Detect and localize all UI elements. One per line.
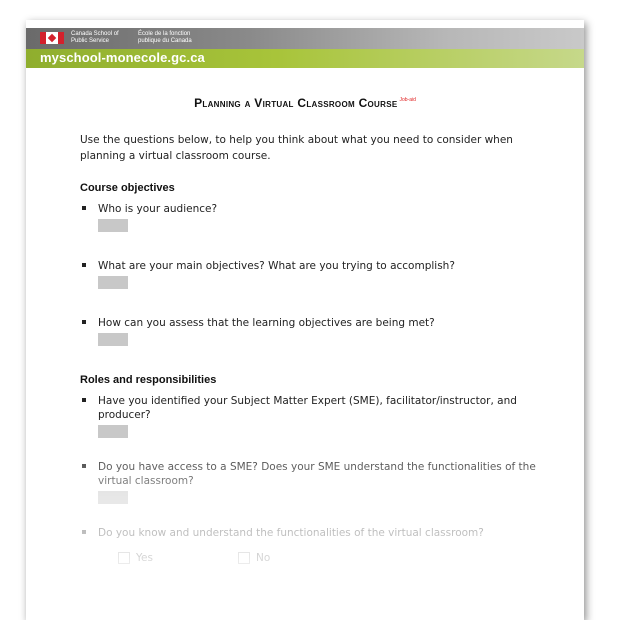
bullet-icon xyxy=(82,206,86,210)
intro-text: Use the questions below, to help you thi… xyxy=(80,134,513,162)
banner-top-strip: Canada School of Public Service École de… xyxy=(26,28,584,49)
question-text: Do you have access to a SME? Does your S… xyxy=(98,461,536,487)
section-roles-responsibilities: Roles and responsibilities Have you iden… xyxy=(80,374,540,568)
question-text: Who is your audience? xyxy=(98,203,218,215)
agency-name-fr: École de la fonction publique du Canada xyxy=(138,31,192,44)
header-banner: Canada School of Public Service École de… xyxy=(26,28,584,68)
section-heading: Roles and responsibilities xyxy=(80,374,217,386)
question-item: Do you know and understand the functiona… xyxy=(80,526,540,540)
question-item: Do you have access to a SME? Does your S… xyxy=(80,460,540,504)
question-item: Have you identified your Subject Matter … xyxy=(80,394,540,438)
answer-field[interactable] xyxy=(98,491,128,504)
question-item: Who is your audience? xyxy=(80,202,540,232)
answer-field[interactable] xyxy=(98,219,128,232)
section-course-objectives: Course objectives Who is your audience? … xyxy=(80,182,540,346)
site-url[interactable]: myschool-monecole.gc.ca xyxy=(40,50,205,65)
content: Use the questions below, to help you thi… xyxy=(80,132,540,568)
question-text: Have you identified your Subject Matter … xyxy=(98,395,517,421)
checkbox-icon[interactable] xyxy=(238,552,250,564)
checkbox-row: Yes No xyxy=(80,552,540,568)
bullet-icon xyxy=(82,263,86,267)
checkbox-icon[interactable] xyxy=(118,552,130,564)
canada-flag-icon xyxy=(40,32,64,44)
document-page: Canada School of Public Service École de… xyxy=(26,20,584,620)
bullet-icon xyxy=(82,464,86,468)
question-text: How can you assess that the learning obj… xyxy=(98,317,435,329)
answer-field[interactable] xyxy=(98,276,128,289)
checkbox-yes[interactable]: Yes xyxy=(118,552,153,564)
title-tag: Job-aid xyxy=(399,96,416,103)
answer-field[interactable] xyxy=(98,425,128,438)
question-text: Do you know and understand the functiona… xyxy=(98,527,484,539)
bullet-icon xyxy=(82,320,86,324)
page-title: Planning a Virtual Classroom Course xyxy=(194,96,398,110)
bullet-icon xyxy=(82,530,86,534)
bullet-icon xyxy=(82,398,86,402)
question-item: What are your main objectives? What are … xyxy=(80,259,540,289)
checkbox-label: No xyxy=(256,552,271,564)
section-heading: Course objectives xyxy=(80,182,175,194)
question-text: What are your main objectives? What are … xyxy=(98,260,455,272)
banner-bottom-strip: myschool-monecole.gc.ca xyxy=(26,49,584,68)
checkbox-label: Yes xyxy=(136,552,153,564)
checkbox-no[interactable]: No xyxy=(238,552,270,564)
question-item: How can you assess that the learning obj… xyxy=(80,316,540,346)
answer-field[interactable] xyxy=(98,333,128,346)
agency-name-en: Canada School of Public Service xyxy=(71,31,119,44)
title-row: Planning a Virtual Classroom Course Job-a… xyxy=(26,92,584,111)
